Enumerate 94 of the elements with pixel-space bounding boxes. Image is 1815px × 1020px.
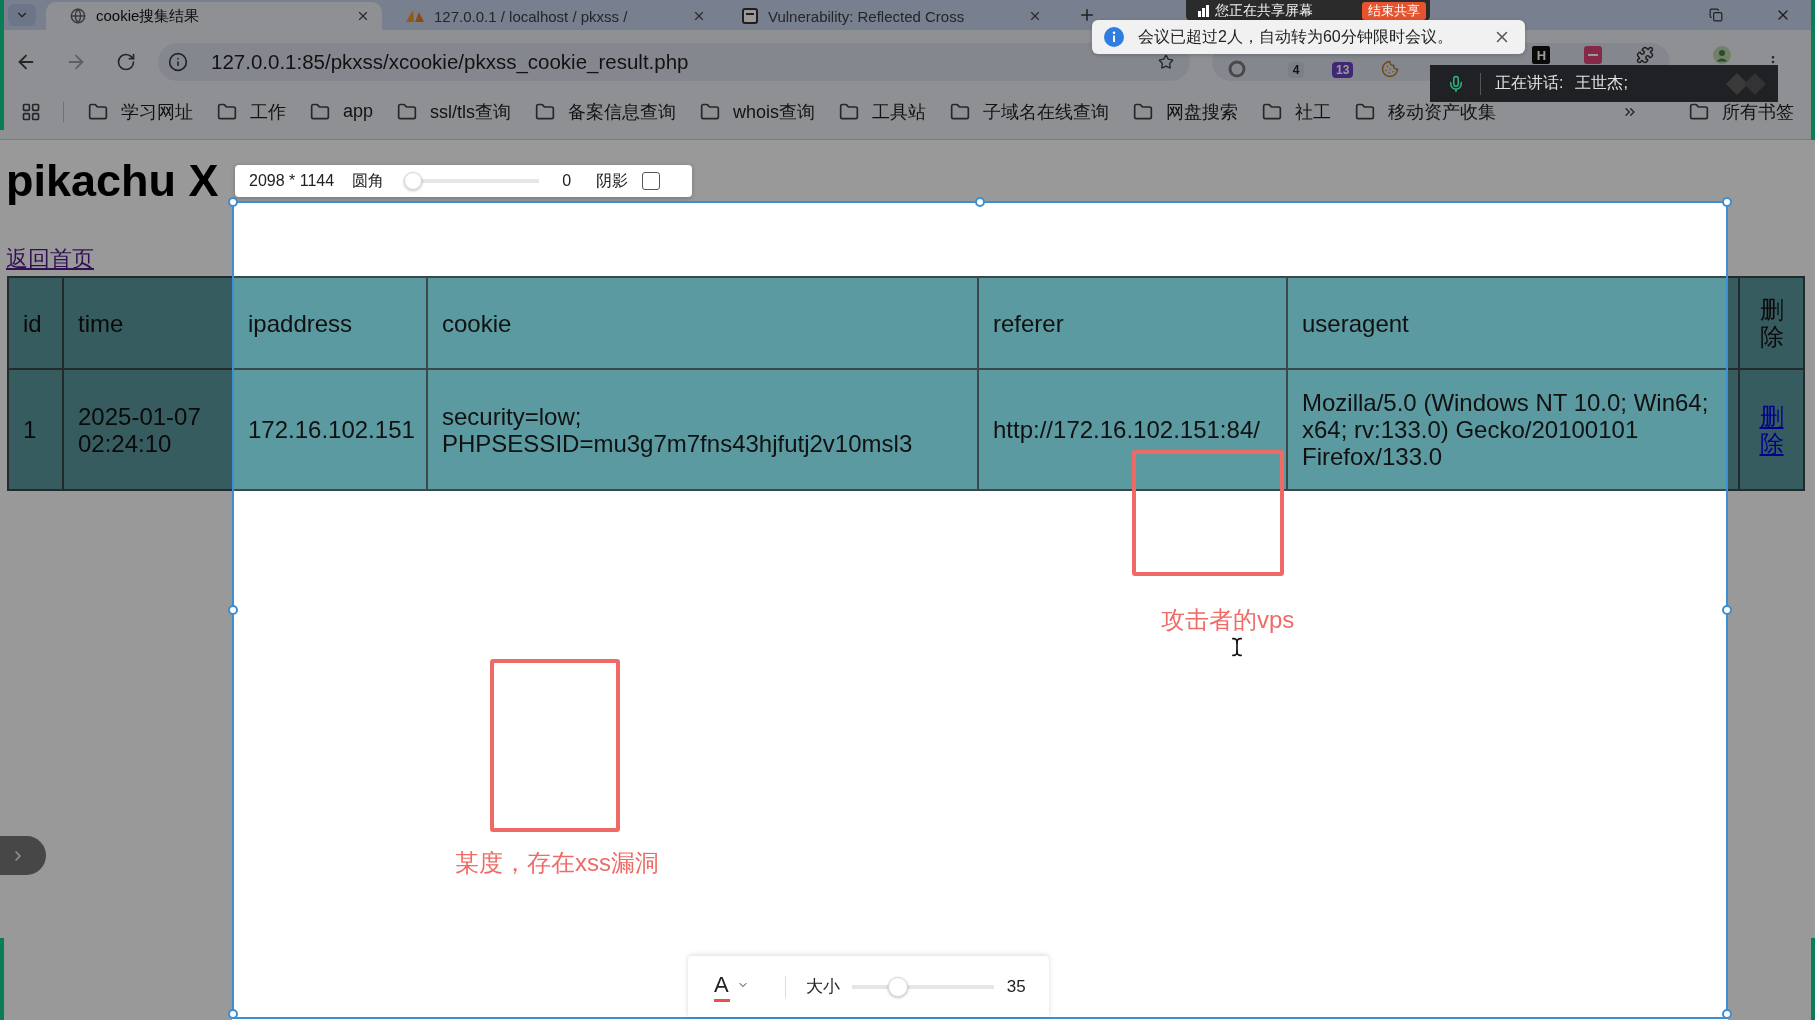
extension-tile[interactable]: H — [1532, 46, 1551, 64]
annotation-text[interactable]: 攻击者的vps — [1161, 605, 1295, 635]
info-icon — [1104, 27, 1124, 47]
annotation-rectangle[interactable] — [490, 659, 620, 832]
shadow-label: 阴影 — [596, 170, 629, 191]
folder-icon — [950, 101, 971, 122]
slider-thumb[interactable] — [404, 172, 423, 190]
resize-handle[interactable] — [975, 197, 985, 207]
info-icon[interactable] — [168, 52, 188, 72]
browser-tab[interactable]: cookie搜集结果 — [46, 2, 382, 30]
selection-frame[interactable] — [232, 201, 1728, 1019]
sails-icon — [406, 9, 424, 23]
folder-icon — [1133, 101, 1154, 122]
globe-icon — [70, 8, 86, 24]
table-cell: http://172.16.102.151:84/ — [978, 369, 1287, 490]
column-header: referer — [978, 277, 1287, 369]
reload-icon[interactable] — [116, 52, 136, 72]
bookmark-item[interactable]: ssl/tls查询 — [397, 99, 512, 124]
back-link[interactable]: 返回首页 — [6, 246, 94, 272]
grid-icon[interactable] — [21, 101, 41, 122]
folder-icon — [310, 101, 330, 122]
cookie-icon[interactable] — [1381, 60, 1400, 78]
speaker-name: 王世杰; — [1575, 73, 1628, 93]
close-icon[interactable] — [1028, 9, 1042, 23]
resize-handle[interactable] — [1722, 605, 1732, 615]
close-icon[interactable] — [692, 9, 706, 23]
annotation-text[interactable]: 某度，存在xss漏洞 — [455, 848, 659, 878]
folder-icon — [1355, 101, 1376, 122]
share-status-text: 您正在共享屏幕 — [1215, 1, 1313, 20]
page-title: pikachu X — [6, 155, 219, 207]
folder-icon — [397, 101, 418, 122]
browser-tab[interactable]: 127.0.0.1 / localhost / pkxss / — [382, 2, 718, 30]
folder-icon — [88, 101, 108, 122]
column-header: ipaddress — [233, 277, 427, 369]
bookmark-item[interactable]: 工作 — [217, 99, 286, 124]
bookmark-item[interactable]: 所有书签 — [1689, 99, 1794, 124]
diamond-icon — [1726, 72, 1766, 95]
table-cell: 2025-01-07 02:24:10 — [63, 369, 233, 490]
microphone-icon — [1447, 74, 1465, 93]
image-dimensions: 2098 * 1144 — [249, 172, 335, 190]
puzzle-icon[interactable] — [1636, 46, 1655, 64]
document-icon — [742, 8, 758, 24]
browser-tab[interactable]: Vulnerability: Reflected Cross — [718, 2, 1054, 30]
expand-button[interactable] — [0, 836, 46, 875]
column-header: id — [8, 277, 63, 369]
folder-icon — [1262, 101, 1283, 122]
bookmark-item[interactable]: 社工 — [1262, 99, 1332, 124]
size-value: 35 — [1006, 976, 1026, 997]
radius-value: 0 — [562, 172, 572, 190]
bookmark-item[interactable]: 工具站 — [839, 99, 927, 124]
table-cell: 172.16.102.151 — [233, 369, 427, 490]
column-header: 删除 — [1739, 277, 1804, 369]
resize-handle[interactable] — [1722, 197, 1732, 207]
column-header: useragent — [1287, 277, 1739, 369]
table-cell: 1 — [8, 369, 63, 490]
resize-handle[interactable] — [228, 1009, 238, 1019]
extension-badge[interactable]: 4 — [1288, 62, 1304, 78]
tile-icon[interactable] — [1584, 46, 1603, 64]
column-header: time — [63, 277, 233, 369]
plus-icon[interactable] — [1078, 6, 1096, 24]
folder-icon — [535, 101, 556, 122]
column-header: cookie — [427, 277, 978, 369]
stop-sharing-button[interactable]: 结束共享 — [1362, 1, 1426, 20]
resize-handle[interactable] — [228, 605, 238, 615]
bookmark-item[interactable]: 学习网址 — [88, 99, 193, 124]
address-text: 127.0.0.1:85/pkxss/xcookie/pkxss_cookie_result.php — [211, 50, 689, 74]
bookmark-item[interactable]: 子域名在线查询 — [950, 99, 1110, 124]
avatar-icon[interactable] — [1713, 46, 1731, 64]
close-icon[interactable] — [356, 9, 370, 23]
extension-badge[interactable]: 13 — [1332, 62, 1354, 78]
bookmark-item[interactable]: 备案信息查询 — [535, 99, 677, 124]
tab-search-button[interactable] — [8, 4, 36, 26]
radius-label: 圆角 — [352, 170, 385, 191]
bookmark-item[interactable]: 网盘搜索 — [1133, 99, 1239, 124]
folder-icon — [217, 101, 237, 122]
annotation-rectangle[interactable] — [1132, 450, 1284, 576]
bookmark-item[interactable]: app — [310, 101, 374, 122]
table-cell: security=low; PHPSESSID=mu3g7m7fns43hjfutj2v10msl3 — [427, 369, 978, 490]
folder-icon — [1689, 101, 1709, 122]
star-icon[interactable] — [1158, 54, 1174, 70]
address-bar[interactable]: 127.0.0.1:85/pkxss/xcookie/pkxss_cookie_result.php — [158, 43, 1190, 81]
shadow-checkbox[interactable] — [642, 172, 661, 190]
speaking-label: 正在讲话: — [1495, 73, 1564, 93]
resize-handle[interactable] — [1722, 1009, 1732, 1019]
size-label: 大小 — [805, 976, 840, 998]
ring-icon[interactable] — [1228, 60, 1246, 78]
restore-icon[interactable] — [1709, 8, 1723, 22]
bookmark-item[interactable]: 移动资产收集 — [1355, 99, 1497, 124]
signal-bars-icon — [1198, 4, 1209, 17]
folder-icon — [839, 101, 860, 122]
folder-icon — [700, 101, 721, 122]
bookmark-item[interactable]: whois查询 — [700, 99, 816, 124]
slider-thumb[interactable] — [888, 976, 909, 997]
table-cell: Mozilla/5.0 (Windows NT 10.0; Win64; x64; rv:133.0) Gecko/20100101 Firefox/133.0 — [1287, 369, 1739, 490]
